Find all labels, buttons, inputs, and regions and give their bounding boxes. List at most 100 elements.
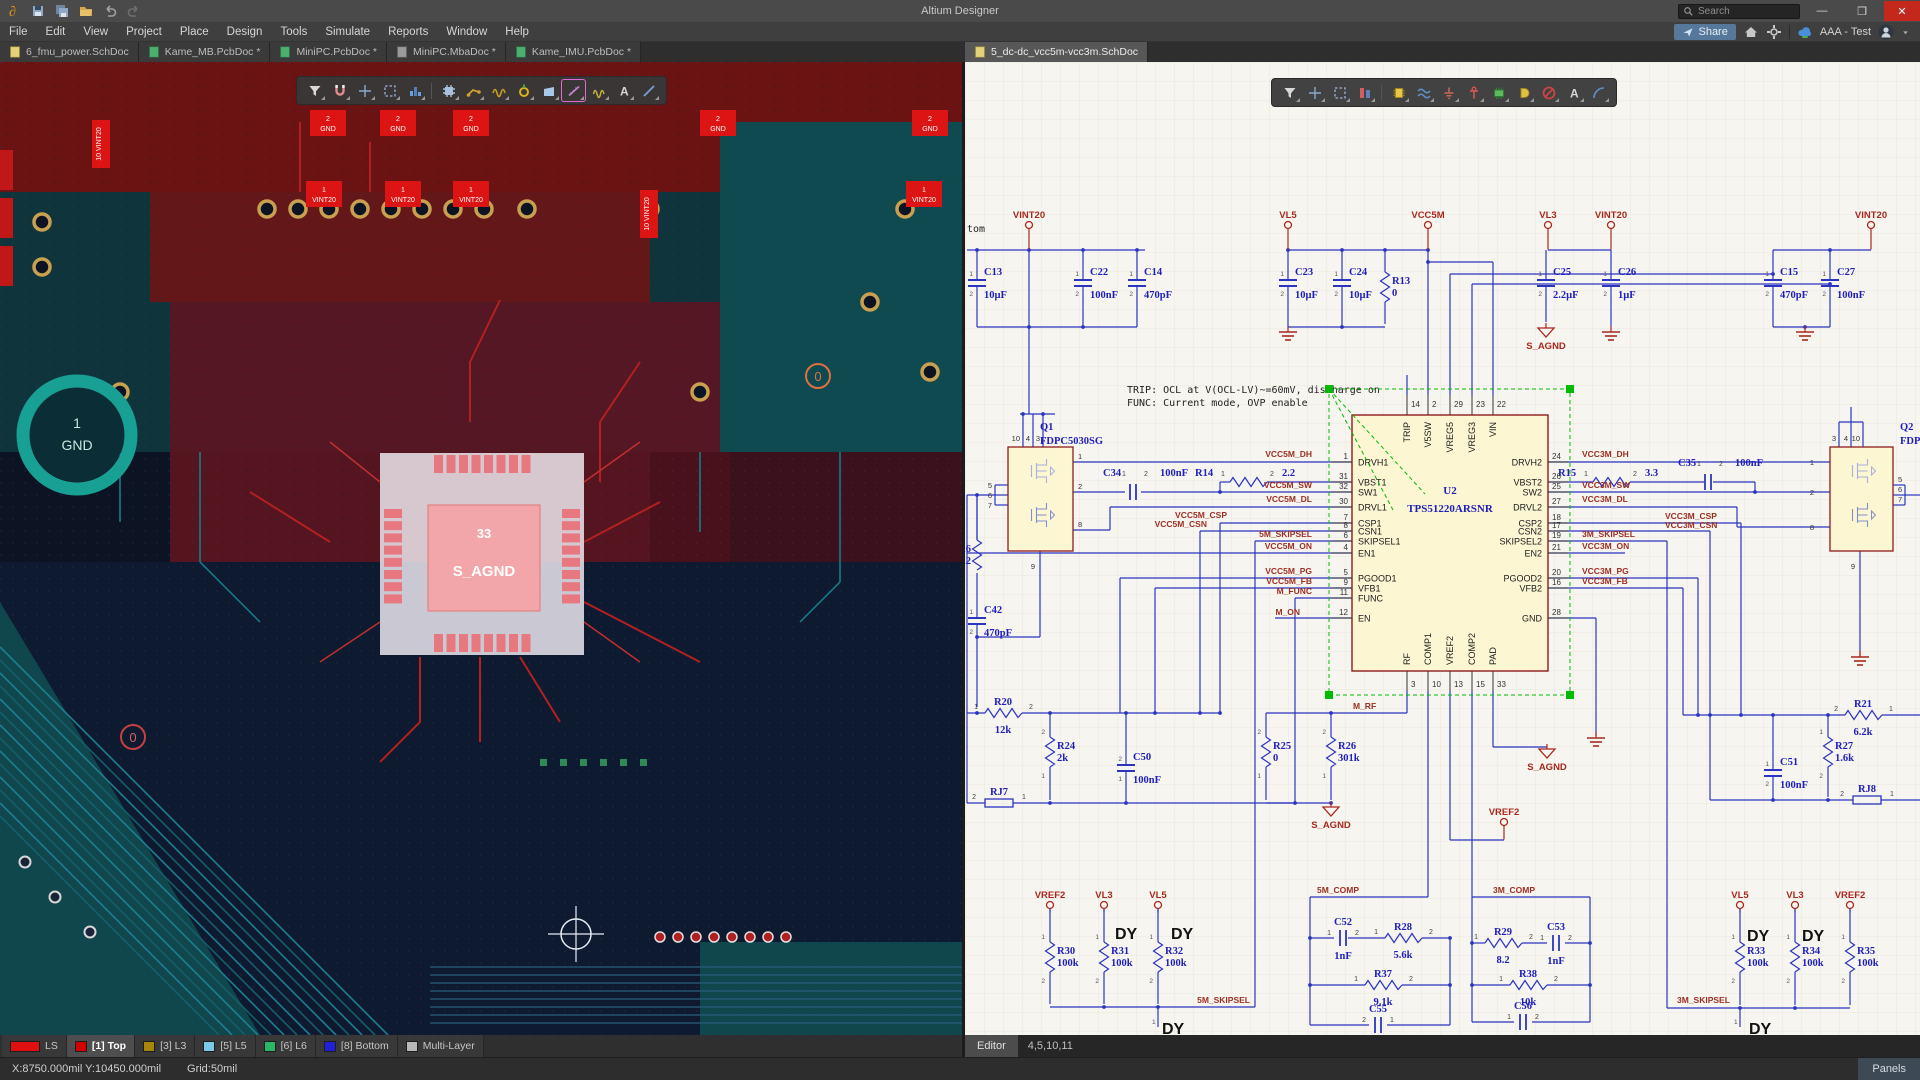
- meander-tool-icon[interactable]: [487, 80, 510, 101]
- cross-tool-icon[interactable]: [1303, 82, 1326, 103]
- net-label[interactable]: 3M_SKIPSEL: [1677, 995, 1730, 1005]
- layer-tab-multi-layer[interactable]: Multi-Layer: [398, 1035, 484, 1057]
- redo-icon[interactable]: [126, 3, 142, 19]
- net-label[interactable]: M_FUNC: [1277, 586, 1312, 596]
- document-tab[interactable]: MiniPC.PcbDoc *: [270, 42, 387, 62]
- save-icon[interactable]: [30, 3, 46, 19]
- power-tool-icon[interactable]: [1462, 82, 1485, 103]
- menu-view[interactable]: View: [74, 22, 117, 42]
- dy-label[interactable]: DY: [1115, 926, 1138, 943]
- net-label[interactable]: VCC3M_CSN: [1665, 520, 1717, 530]
- pcb-pad-vint20[interactable]: 10 VINT20: [92, 120, 110, 168]
- route-tool-icon[interactable]: [462, 80, 485, 101]
- pad[interactable]: [745, 932, 755, 942]
- layer-tab-5l5[interactable]: [5] L5: [195, 1035, 255, 1057]
- via[interactable]: [922, 364, 938, 380]
- via[interactable]: [34, 259, 50, 275]
- pad[interactable]: [727, 932, 737, 942]
- pad[interactable]: [673, 932, 683, 942]
- dsym-tool-icon[interactable]: [1512, 82, 1535, 103]
- via[interactable]: [290, 201, 306, 217]
- pad[interactable]: [655, 932, 665, 942]
- dy-label[interactable]: DY: [1802, 928, 1825, 945]
- maximize-button[interactable]: ❒: [1844, 1, 1880, 21]
- save-all-icon[interactable]: [54, 3, 70, 19]
- measure-tool-icon[interactable]: [562, 80, 585, 101]
- chevron-down-icon[interactable]: [1901, 24, 1910, 40]
- panels-button[interactable]: Panels: [1858, 1058, 1920, 1080]
- select-tool-icon[interactable]: [1328, 82, 1351, 103]
- gear-icon[interactable]: [1766, 24, 1782, 40]
- fill-tool-icon[interactable]: [537, 80, 560, 101]
- user-avatar-icon[interactable]: [1878, 24, 1894, 40]
- net-label[interactable]: 5M_SKIPSEL: [1259, 529, 1312, 539]
- pad[interactable]: [600, 759, 607, 766]
- via[interactable]: [259, 201, 275, 217]
- align-tool-icon[interactable]: [1353, 82, 1376, 103]
- filter-tool-icon[interactable]: [1278, 82, 1301, 103]
- part-tool-icon[interactable]: [1487, 82, 1510, 103]
- wires-tool-icon[interactable]: [1412, 82, 1435, 103]
- menu-reports[interactable]: Reports: [379, 22, 437, 42]
- document-tab[interactable]: Kame_MB.PcbDoc *: [139, 42, 271, 62]
- net-label[interactable]: VCC3M_PG: [1582, 566, 1629, 576]
- document-tab[interactable]: 5_dc-dc_vcc5m-vcc3m.SchDoc: [965, 42, 1148, 62]
- pcb-pad-gnd[interactable]: 2GND: [912, 110, 948, 136]
- pad[interactable]: [691, 932, 701, 942]
- pcb-pad-gnd[interactable]: 2GND: [700, 110, 736, 136]
- filter-tool-icon[interactable]: [303, 80, 326, 101]
- document-tab[interactable]: 6_fmu_power.SchDoc: [0, 42, 139, 62]
- net-label[interactable]: 5M_COMP: [1317, 885, 1359, 895]
- cross-tool-icon[interactable]: [353, 80, 376, 101]
- arc-tool-icon[interactable]: [1587, 82, 1610, 103]
- dy-label[interactable]: DY: [1171, 926, 1194, 943]
- altium-logo-icon[interactable]: ∂: [6, 3, 22, 19]
- via[interactable]: [519, 201, 535, 217]
- pcb-canvas[interactable]: 2GND2GND2GND2GND2GND1VINT201VINT201VINT2…: [0, 62, 962, 1035]
- menu-edit[interactable]: Edit: [37, 22, 75, 42]
- net-label[interactable]: 3M_COMP: [1493, 885, 1535, 895]
- home-icon[interactable]: [1743, 24, 1759, 40]
- text-tool-icon[interactable]: A: [612, 80, 635, 101]
- pad[interactable]: [763, 932, 773, 942]
- pad[interactable]: [0, 198, 13, 238]
- pad[interactable]: [0, 150, 13, 190]
- via[interactable]: [692, 384, 708, 400]
- pcb-pad-vint20[interactable]: 1VINT20: [306, 181, 342, 207]
- gnd-tool-icon[interactable]: [1437, 82, 1460, 103]
- schematic-canvas[interactable]: VINT20VL5VCC5MVL3VINT20VINT20VREF2VREF2V…: [965, 62, 1920, 1035]
- layer-tab-3l3[interactable]: [3] L3: [135, 1035, 195, 1057]
- menu-file[interactable]: File: [0, 22, 37, 42]
- menu-simulate[interactable]: Simulate: [316, 22, 379, 42]
- noerc-tool-icon[interactable]: [1537, 82, 1560, 103]
- pad[interactable]: [640, 759, 647, 766]
- layer-tab-1top[interactable]: [1] Top: [67, 1035, 135, 1057]
- annotation-text[interactable]: TRIP: OCL at V(OCL-LV)~=60mV, discharge …: [1127, 385, 1380, 396]
- dy-label[interactable]: DY: [1162, 1021, 1185, 1035]
- menu-place[interactable]: Place: [171, 22, 218, 42]
- pcb-pad-gnd[interactable]: 2GND: [453, 110, 489, 136]
- pcb-pad-vint20[interactable]: 1VINT20: [453, 181, 489, 207]
- editor-tab[interactable]: Editor: [965, 1035, 1018, 1057]
- pad[interactable]: [0, 246, 13, 286]
- pad[interactable]: [560, 759, 567, 766]
- pad[interactable]: [580, 759, 587, 766]
- undo-icon[interactable]: [102, 3, 118, 19]
- net-label[interactable]: VCC3M_DH: [1582, 449, 1629, 459]
- net-label[interactable]: 3M_SKIPSEL: [1582, 529, 1635, 539]
- net-label[interactable]: VCC5M_SW: [1264, 480, 1313, 490]
- pad[interactable]: [709, 932, 719, 942]
- pad[interactable]: [540, 759, 547, 766]
- annotation-text[interactable]: FUNC: Current mode, OVP enable: [1127, 398, 1308, 409]
- pcb-pad-vint20[interactable]: 1VINT20: [906, 181, 942, 207]
- net-label[interactable]: VCC5M_CSN: [1155, 519, 1207, 529]
- minimize-button[interactable]: —: [1804, 1, 1840, 21]
- close-button[interactable]: ✕: [1884, 1, 1920, 21]
- pad[interactable]: [20, 857, 31, 868]
- via-tool-icon[interactable]: [512, 80, 535, 101]
- net-label[interactable]: VCC5M_DH: [1265, 449, 1312, 459]
- layer-tab-8bottom[interactable]: [8] Bottom: [316, 1035, 398, 1057]
- pcb-pad-gnd[interactable]: 2GND: [310, 110, 346, 136]
- net-label[interactable]: VCC5M_FB: [1266, 576, 1312, 586]
- wave-tool-icon[interactable]: [587, 80, 610, 101]
